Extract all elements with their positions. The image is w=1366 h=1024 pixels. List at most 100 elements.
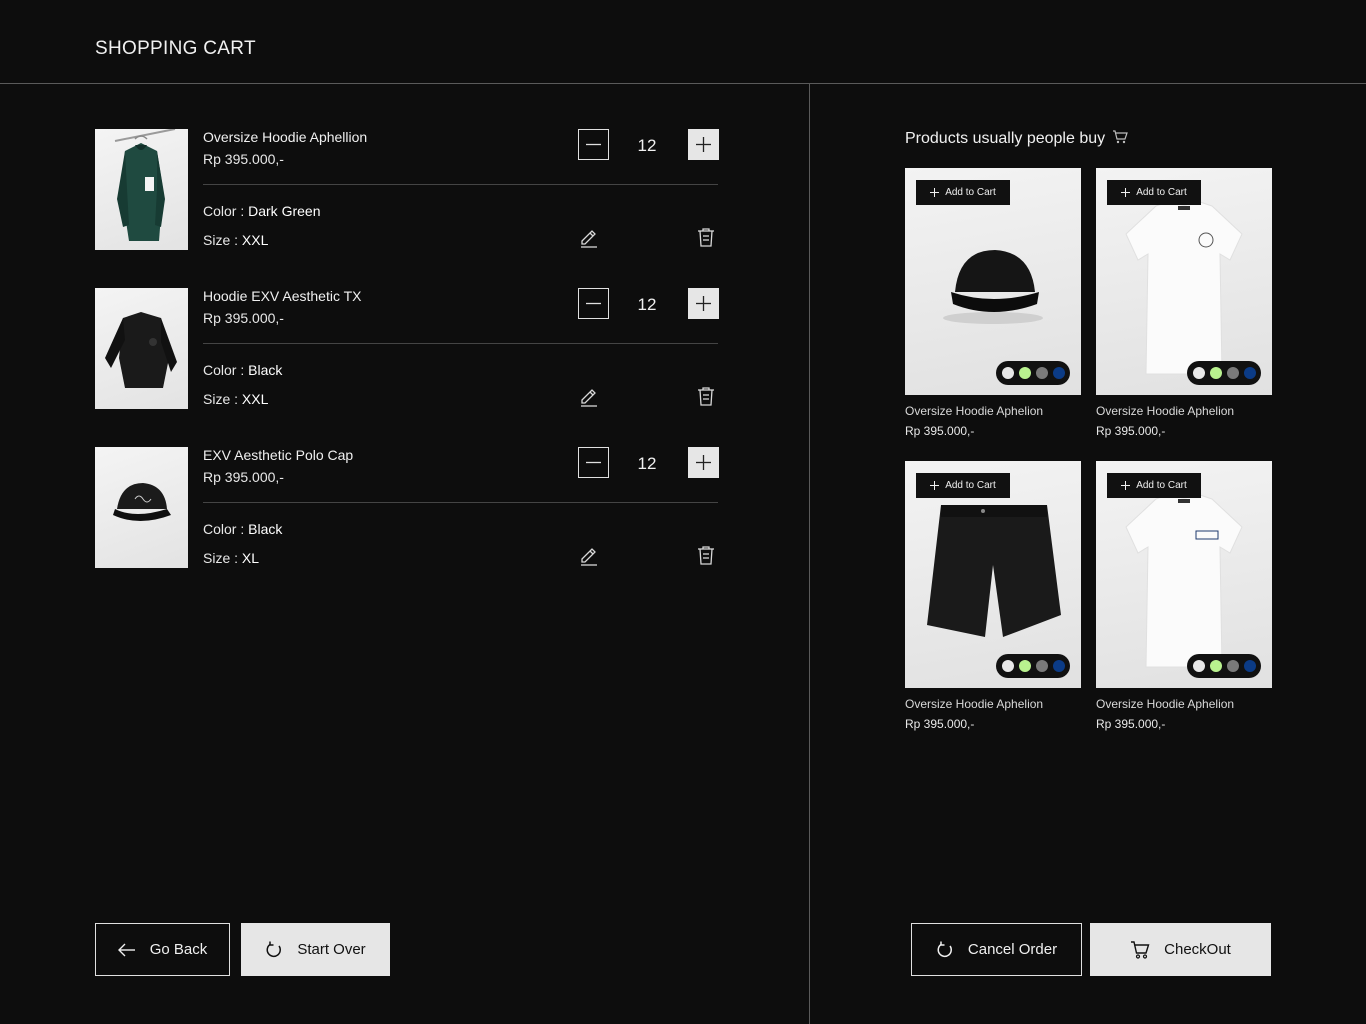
size-value: XL: [241, 550, 260, 566]
size-label: Size :: [203, 391, 242, 407]
cart-item-name: Oversize Hoodie Aphellion: [203, 129, 368, 145]
swatch-grey[interactable]: [1035, 660, 1048, 672]
item-color: Color : Black: [203, 521, 282, 537]
quantity-decrease-button[interactable]: [578, 288, 609, 319]
minus-icon: [586, 461, 601, 464]
color-swatches: [996, 654, 1070, 678]
color-value: Black: [248, 521, 283, 537]
color-swatches: [996, 361, 1070, 385]
recommendations-title: Products usually people buy: [905, 130, 1128, 148]
item-size: Size : XXL: [203, 232, 268, 248]
quantity-increase-button[interactable]: [688, 129, 719, 160]
swatch-grey[interactable]: [1226, 660, 1239, 672]
swatch-green[interactable]: [1209, 660, 1222, 672]
swatch-green[interactable]: [1018, 367, 1031, 379]
color-swatches: [1187, 654, 1261, 678]
product-image-black-sweatshirt: [95, 288, 188, 409]
plus-icon: [1121, 481, 1131, 490]
plus-icon: [930, 481, 940, 490]
swatch-white[interactable]: [1001, 660, 1014, 672]
cancel-order-label: Cancel Order: [967, 941, 1058, 958]
delete-button[interactable]: [695, 385, 717, 407]
page-title: SHOPPING CART: [95, 38, 256, 59]
recommended-product[interactable]: Add to Cart Oversize Hoodie Aphelion Rp …: [905, 461, 1081, 736]
start-over-label: Start Over: [297, 941, 366, 958]
quantity-value: 12: [637, 136, 657, 155]
item-separator: [203, 502, 718, 503]
product-image-dark-green-hoodie: [95, 129, 188, 250]
swatch-white[interactable]: [1001, 367, 1014, 379]
plus-icon: [696, 296, 711, 311]
item-size: Size : XXL: [203, 391, 268, 407]
item-color: Color : Dark Green: [203, 203, 320, 219]
recommendations-title-text: Products usually people buy: [905, 130, 1106, 147]
product-name: Oversize Hoodie Aphelion: [1096, 697, 1235, 711]
size-value: XXL: [241, 232, 269, 248]
delete-button[interactable]: [695, 544, 717, 566]
checkout-button[interactable]: CheckOut: [1090, 923, 1271, 976]
quantity-increase-button[interactable]: [688, 447, 719, 478]
add-to-cart-button[interactable]: Add to Cart: [1107, 473, 1201, 498]
delete-button[interactable]: [695, 226, 717, 248]
cart-item: EXV Aesthetic Polo Cap Rp 395.000,- 12 C…: [95, 447, 719, 568]
recommended-product[interactable]: Add to Cart Oversize Hoodie Aphelion Rp …: [1096, 168, 1272, 443]
go-back-label: Go Back: [149, 941, 208, 958]
add-to-cart-label: Add to Cart: [945, 187, 996, 198]
trash-icon: [698, 228, 714, 247]
color-label: Color :: [203, 203, 249, 219]
cancel-order-button[interactable]: Cancel Order: [911, 923, 1082, 976]
cart-item-price: Rp 395.000,-: [203, 151, 284, 167]
go-back-button[interactable]: Go Back: [95, 923, 230, 976]
swatch-white[interactable]: [1192, 367, 1205, 379]
cart-icon: [1112, 130, 1128, 144]
refresh-icon: [937, 941, 952, 957]
start-over-button[interactable]: Start Over: [241, 923, 390, 976]
arrow-left-icon: [117, 943, 135, 956]
recommended-product[interactable]: Add to Cart Oversize Hoodie Aphelion Rp …: [1096, 461, 1272, 736]
add-to-cart-label: Add to Cart: [945, 480, 996, 491]
quantity-decrease-button[interactable]: [578, 447, 609, 478]
cart-item-price: Rp 395.000,-: [203, 469, 284, 485]
size-label: Size :: [203, 232, 242, 248]
product-price: Rp 395.000,-: [1096, 717, 1166, 731]
size-label: Size :: [203, 550, 242, 566]
swatch-navy[interactable]: [1052, 367, 1065, 379]
color-value: Black: [248, 362, 283, 378]
cart-item: Oversize Hoodie Aphellion Rp 395.000,- 1…: [95, 129, 719, 250]
cart-item-name: Hoodie EXV Aesthetic TX: [203, 288, 362, 304]
add-to-cart-button[interactable]: Add to Cart: [916, 473, 1010, 498]
swatch-green[interactable]: [1018, 660, 1031, 672]
product-name: Oversize Hoodie Aphelion: [1096, 404, 1235, 418]
quantity-increase-button[interactable]: [688, 288, 719, 319]
add-to-cart-label: Add to Cart: [1136, 187, 1187, 198]
quantity-decrease-button[interactable]: [578, 129, 609, 160]
cart-item-name: EXV Aesthetic Polo Cap: [203, 447, 354, 463]
trash-icon: [698, 546, 714, 565]
color-swatches: [1187, 361, 1261, 385]
vertical-divider: [809, 84, 810, 1024]
quantity-value: 12: [637, 454, 657, 473]
size-value: XXL: [241, 391, 269, 407]
add-to-cart-button[interactable]: Add to Cart: [916, 180, 1010, 205]
swatch-white[interactable]: [1192, 660, 1205, 672]
edit-button[interactable]: [578, 226, 600, 248]
swatch-grey[interactable]: [1035, 367, 1048, 379]
recommended-product[interactable]: Add to Cart Oversize Hoodie Aphelion Rp …: [905, 168, 1081, 443]
swatch-navy[interactable]: [1243, 367, 1256, 379]
add-to-cart-button[interactable]: Add to Cart: [1107, 180, 1201, 205]
product-price: Rp 395.000,-: [905, 424, 975, 438]
refresh-icon: [266, 941, 282, 957]
swatch-navy[interactable]: [1243, 660, 1256, 672]
swatch-grey[interactable]: [1226, 367, 1239, 379]
color-value: Dark Green: [248, 203, 321, 219]
edit-button[interactable]: [578, 385, 600, 407]
item-size: Size : XL: [203, 550, 259, 566]
trash-icon: [698, 387, 714, 406]
color-label: Color :: [203, 521, 249, 537]
edit-button[interactable]: [578, 544, 600, 566]
swatch-navy[interactable]: [1052, 660, 1065, 672]
checkout-label: CheckOut: [1164, 941, 1231, 958]
item-separator: [203, 184, 718, 185]
swatch-green[interactable]: [1209, 367, 1222, 379]
plus-icon: [696, 137, 711, 152]
